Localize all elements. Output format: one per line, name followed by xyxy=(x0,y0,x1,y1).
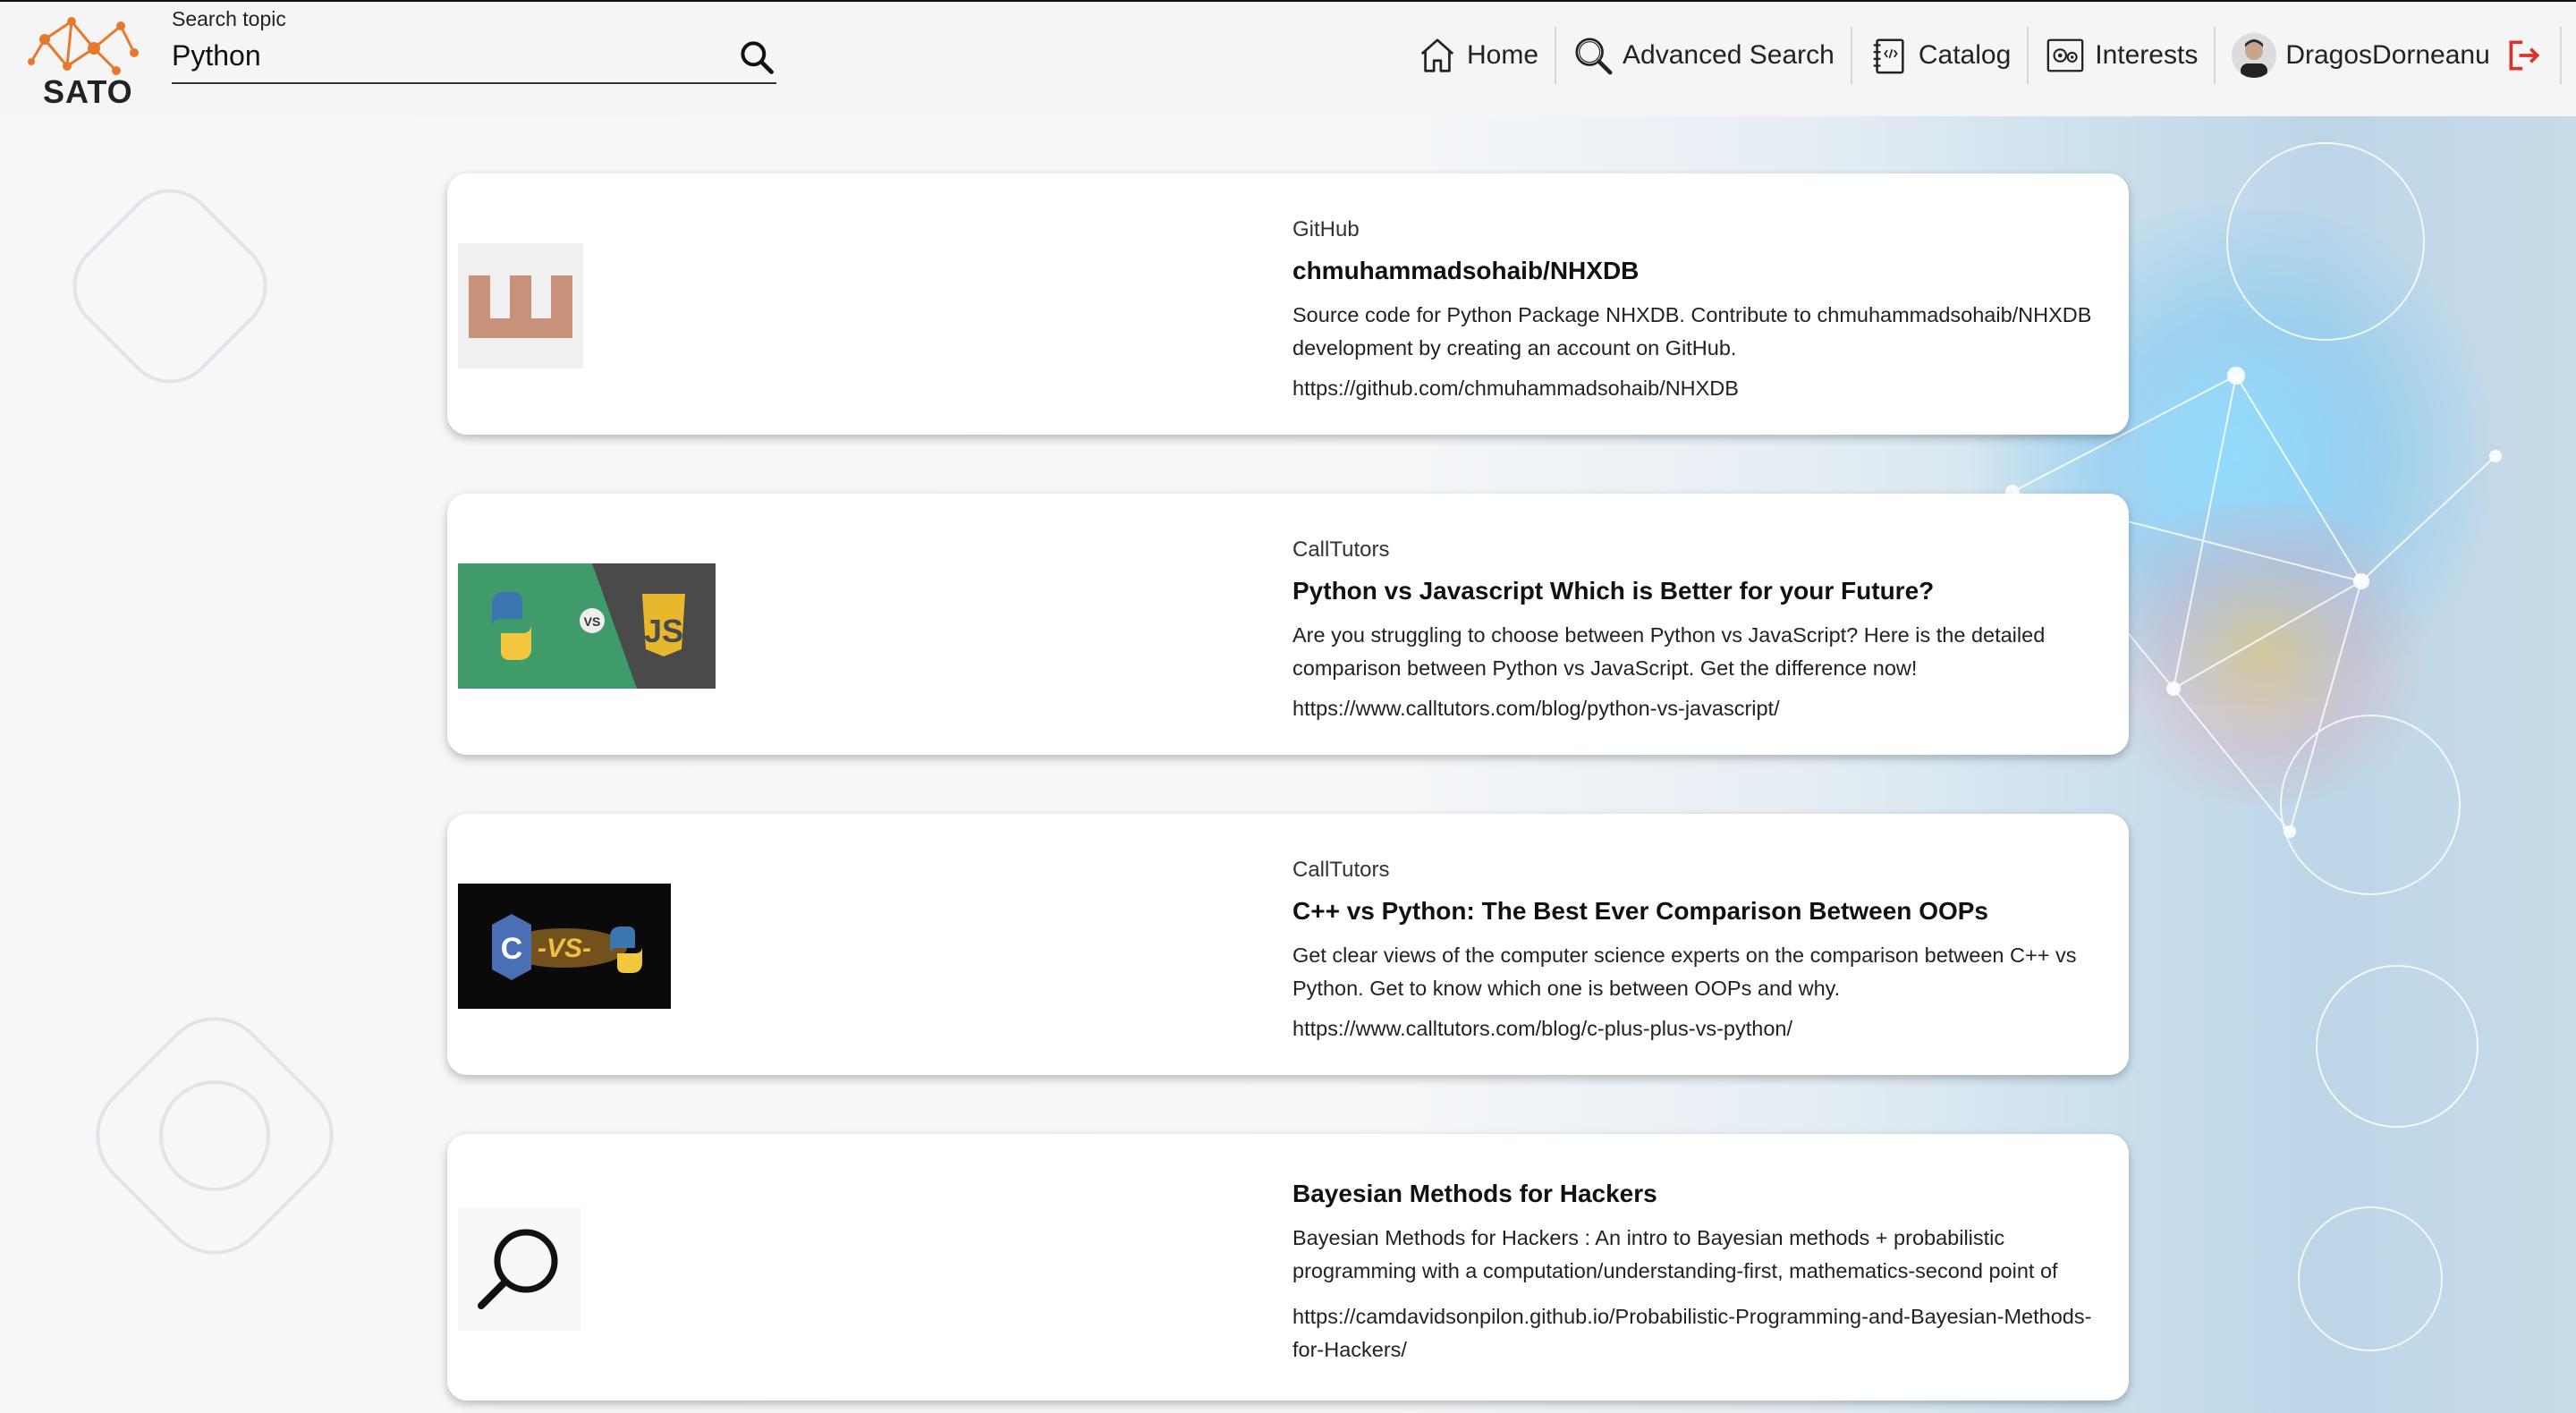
result-text: CallTutors C++ vs Python: The Best Ever … xyxy=(1292,857,2106,1045)
result-title[interactable]: Bayesian Methods for Hackers xyxy=(1292,1179,2106,1209)
search-label: Search topic xyxy=(172,7,286,30)
nav-advanced-search[interactable]: Advanced Search xyxy=(1556,27,1851,84)
nav-home[interactable]: Home xyxy=(1401,27,1555,84)
search-box: Search topic xyxy=(172,4,776,84)
nav-user-profile[interactable]: DragosDorneanu xyxy=(2216,27,2559,84)
result-thumbnail xyxy=(458,1207,581,1331)
js-logo-text: JS xyxy=(644,613,683,649)
vs-text: -VS- xyxy=(538,934,591,963)
result-title[interactable]: chmuhammadsohaib/NHXDB xyxy=(1292,256,2106,286)
result-thumbnail xyxy=(458,243,583,368)
result-thumbnail: VS JS xyxy=(458,563,716,689)
nav-interests-label: Interests xyxy=(2095,40,2199,70)
vs-badge: VS xyxy=(584,614,601,629)
search-button[interactable] xyxy=(737,38,776,77)
result-url[interactable]: https://www.calltutors.com/blog/c-plus-p… xyxy=(1292,1012,2106,1045)
main-nav: Home Advanced Search Catalog Interests D… xyxy=(1401,27,2562,84)
username: DragosDorneanu xyxy=(2285,40,2490,70)
nav-divider xyxy=(2559,27,2562,84)
result-title[interactable]: Python vs Javascript Which is Better for… xyxy=(1292,576,2106,606)
notebook-icon xyxy=(1873,38,1904,74)
nav-home-label: Home xyxy=(1467,40,1539,70)
python-vs-js-image: VS JS xyxy=(458,563,716,689)
cpp-logo-text: C xyxy=(501,932,523,966)
search-icon xyxy=(741,41,774,74)
result-text: CallTutors Python vs Javascript Which is… xyxy=(1292,537,2106,725)
result-source: CallTutors xyxy=(1292,537,1390,562)
cpp-vs-python-image: C -VS- xyxy=(458,884,671,1009)
user-avatar-icon xyxy=(2232,33,2277,78)
result-card[interactable]: VS JS CallTutors Python vs Javascript Wh… xyxy=(447,494,2129,755)
result-thumbnail: C -VS- xyxy=(458,884,671,1009)
result-card[interactable]: GitHub chmuhammadsohaib/NHXDB Source cod… xyxy=(447,173,2129,435)
magnifier-placeholder-icon xyxy=(478,1229,558,1309)
result-card[interactable]: C -VS- CallTutors C++ vs Python: The Bes… xyxy=(447,814,2129,1075)
result-text: Bayesian Methods for Hackers Bayesian Me… xyxy=(1292,1179,2106,1366)
nav-interests[interactable]: Interests xyxy=(2029,27,2214,84)
result-description: Get clear views of the computer science … xyxy=(1292,943,2077,1000)
result-source: GitHub xyxy=(1292,217,1360,241)
result-description: Bayesian Methods for Hackers : An intro … xyxy=(1292,1226,2058,1282)
result-card[interactable]: Bayesian Methods for Hackers Bayesian Me… xyxy=(447,1134,2129,1400)
result-description: Are you struggling to choose between Pyt… xyxy=(1292,623,2046,680)
result-source: CallTutors xyxy=(1292,858,1390,882)
home-icon xyxy=(1420,38,1454,72)
result-url[interactable]: https://github.com/chmuhammadsohaib/NHXD… xyxy=(1292,372,2106,405)
nav-catalog-label: Catalog xyxy=(1918,40,2012,70)
logout-icon[interactable] xyxy=(2504,36,2544,75)
nav-advanced-search-label: Advanced Search xyxy=(1623,40,1835,70)
gears-icon xyxy=(2046,38,2084,72)
logo-text: SATO xyxy=(43,73,133,110)
magnifier-icon xyxy=(1575,38,1613,75)
github-identicon xyxy=(469,275,572,338)
nav-catalog[interactable]: Catalog xyxy=(1852,27,2027,84)
result-url[interactable]: https://camdavidsonpilon.github.io/Proba… xyxy=(1292,1300,2106,1366)
avatar xyxy=(2232,33,2277,78)
result-url[interactable]: https://www.calltutors.com/blog/python-v… xyxy=(1292,692,2106,725)
result-description: Source code for Python Package NHXDB. Co… xyxy=(1292,303,2092,360)
result-title[interactable]: C++ vs Python: The Best Ever Comparison … xyxy=(1292,896,2106,926)
app-header: SATO Search topic Home Advanced Search xyxy=(0,0,2576,116)
result-text: GitHub chmuhammadsohaib/NHXDB Source cod… xyxy=(1292,216,2106,405)
search-input[interactable] xyxy=(172,36,708,75)
